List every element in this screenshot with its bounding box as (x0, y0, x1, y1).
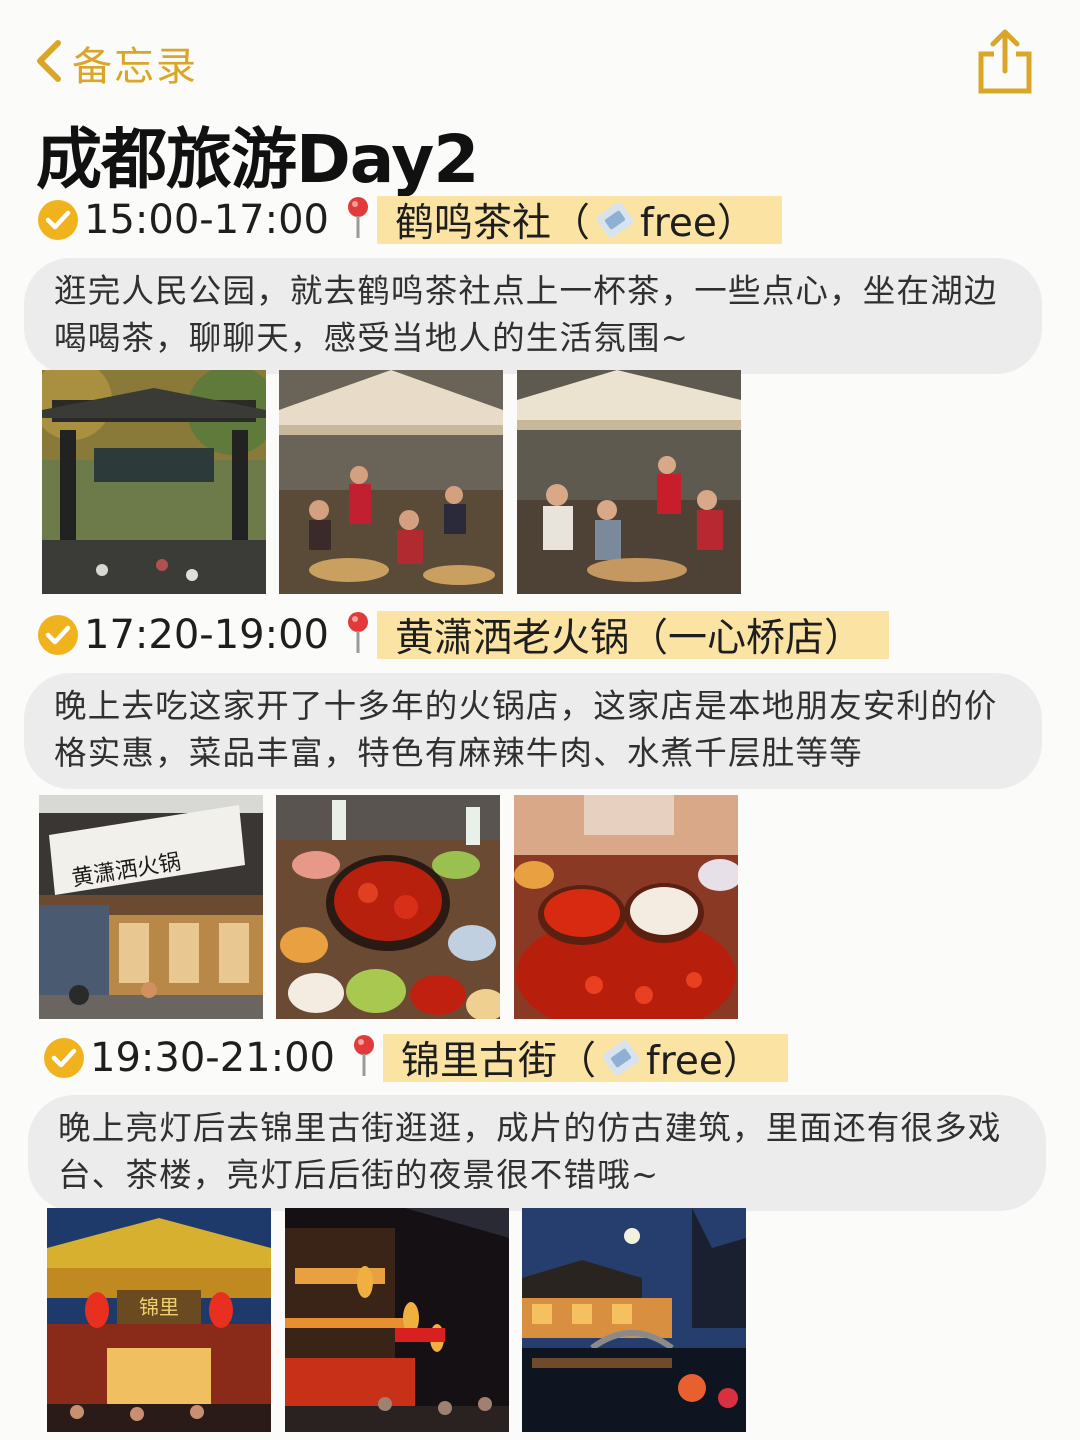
place-highlight: 鹤鸣茶社（ free） (376, 196, 782, 246)
checkmark-icon (44, 1038, 84, 1078)
back-label: 备忘录 (72, 44, 198, 90)
hotpot-table-photo[interactable] (276, 795, 500, 1019)
time-range: 19:30-21:00 (90, 1035, 335, 1081)
share-button[interactable] (976, 28, 1034, 96)
nav-bar: 备忘录 (0, 0, 1080, 110)
hotpot-storefront-photo[interactable]: 黄潇洒火锅 (39, 795, 263, 1019)
jinli-street-photo[interactable] (285, 1208, 509, 1432)
location-pin-icon (347, 196, 369, 244)
gate-photo[interactable] (42, 370, 266, 594)
ticket-icon (601, 1038, 641, 1078)
chevron-left-icon (34, 39, 64, 87)
location-pin-icon (353, 1034, 375, 1082)
place-name: 鹤鸣茶社（ (394, 201, 590, 246)
place-suffix: free） (640, 201, 756, 246)
teahouse-umbrella-photo[interactable] (279, 370, 503, 594)
time-range: 17:20-19:00 (84, 612, 329, 658)
description-bubble: 晚上亮灯后去锦里古街逛逛，成片的仿古建筑，里面还有很多戏台、茶楼，亮灯后后街的夜… (28, 1095, 1046, 1211)
jinli-gate-photo[interactable]: 锦里 (47, 1208, 271, 1432)
checkmark-icon (38, 200, 78, 240)
location-pin-icon (347, 611, 369, 659)
description-bubble: 逛完人民公园，就去鹤鸣茶社点上一杯茶，一些点心，坐在湖边喝喝茶，聊聊天，感受当地… (24, 258, 1042, 374)
description-bubble: 晚上去吃这家开了十多年的火锅店，这家店是本地朋友安利的价格实惠，菜品丰富，特色有… (24, 673, 1042, 789)
checkmark-icon (38, 615, 78, 655)
place-name: 锦里古街（ (400, 1039, 596, 1084)
teahouse-crowd-photo[interactable] (517, 370, 741, 594)
place-highlight: 锦里古街（ free） (382, 1034, 788, 1084)
note-title: 成都旅游Day2 (36, 121, 479, 198)
place-highlight: 黄潇洒老火锅（一心桥店） (376, 611, 889, 661)
jinli-sign: 锦里 (139, 1296, 179, 1319)
place-suffix: free） (646, 1039, 762, 1084)
time-range: 15:00-17:00 (84, 197, 329, 243)
hotpot-dishes-photo[interactable] (514, 795, 738, 1019)
back-button[interactable]: 备忘录 (34, 36, 198, 90)
place-name: 黄潇洒老火锅（一心桥店） (394, 616, 863, 661)
share-icon (978, 29, 1032, 94)
jinli-waterside-photo[interactable] (522, 1208, 746, 1432)
ticket-icon (595, 200, 635, 240)
